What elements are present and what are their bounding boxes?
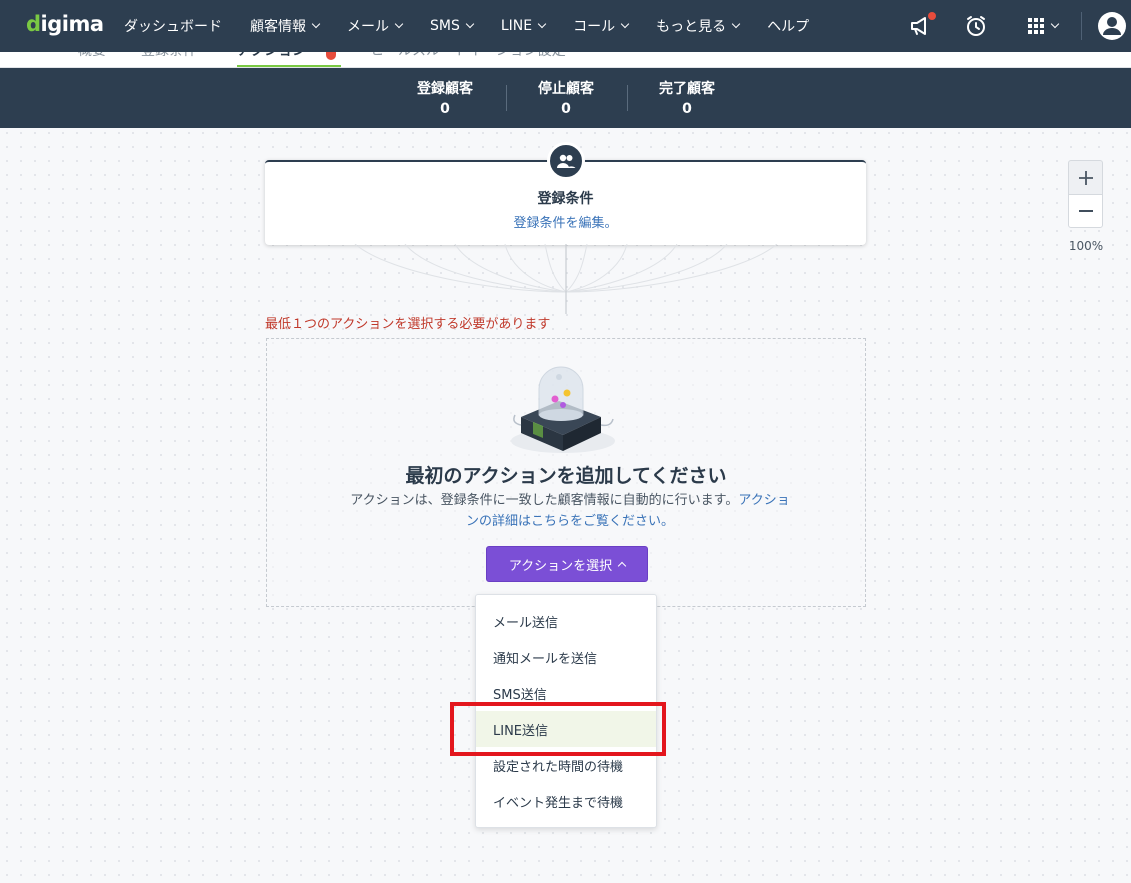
stat-completed: 完了顧客 0 — [627, 78, 747, 117]
stat-label: 完了顧客 — [659, 81, 715, 97]
user-menu-button[interactable] — [1096, 0, 1128, 52]
logo-text: igima — [40, 12, 104, 36]
nav-item-label: ダッシュボード — [124, 19, 222, 35]
logo-accent: d — [26, 12, 41, 36]
nav-item-label: メール — [347, 19, 389, 35]
tab-actions[interactable]: アクション — [237, 52, 306, 60]
stat-stopped: 停止顧客 0 — [506, 78, 626, 117]
empty-action-description: アクションは、登録条件に一致した顧客情報に自動的に行います。アクションの詳細はこ… — [345, 490, 795, 532]
action-device-illustration — [511, 366, 615, 453]
minus-icon — [1078, 210, 1093, 212]
menu-item-send-sms[interactable]: SMS送信 — [476, 675, 656, 711]
chevron-down-icon — [731, 19, 741, 29]
zoom-level: 100% — [1068, 239, 1104, 253]
user-avatar-icon — [1098, 12, 1126, 40]
users-icon — [547, 142, 585, 180]
menu-item-wait-event[interactable]: イベント発生まで待機 — [476, 783, 656, 819]
nav-item-customers[interactable]: 顧客情報 — [236, 0, 333, 52]
nav-divider — [1081, 12, 1082, 40]
apps-menu-button[interactable] — [1022, 0, 1064, 52]
select-action-button[interactable]: アクションを選択 — [486, 546, 648, 582]
empty-action-title: 最初のアクションを追加してください — [405, 465, 727, 487]
chevron-down-icon — [620, 19, 630, 29]
nav-menu: ダッシュボード 顧客情報 メール SMS LINE コール もっと見る ヘルプ — [110, 0, 823, 52]
nav-item-label: LINE — [500, 18, 533, 34]
tab-bar: 概要 登録条件 アクション ヒールスルートイーション設定 — [0, 52, 1131, 68]
tab-conditions[interactable]: 登録条件 — [141, 52, 197, 60]
stat-value: 0 — [440, 101, 450, 117]
zoom-out-button[interactable] — [1068, 194, 1103, 228]
select-action-label: アクションを選択 — [508, 558, 613, 574]
stat-label: 停止顧客 — [538, 81, 594, 97]
alarm-clock-icon — [967, 16, 985, 36]
apps-grid-icon — [1028, 18, 1044, 34]
notification-dot — [928, 12, 936, 20]
tab-settings[interactable]: ヒールスルートイーション設定 — [370, 52, 566, 60]
menu-item-send-email[interactable]: メール送信 — [476, 603, 656, 639]
nav-item-line[interactable]: LINE — [487, 0, 559, 52]
nav-item-label: SMS — [430, 18, 460, 34]
top-nav: digima ダッシュボード 顧客情報 メール SMS LINE コール もっと… — [0, 0, 1131, 52]
nav-item-dashboard[interactable]: ダッシュボード — [110, 0, 236, 52]
nav-item-call[interactable]: コール — [559, 0, 642, 52]
tab-alert-badge — [326, 52, 336, 60]
stat-value: 0 — [561, 101, 571, 117]
nav-item-help[interactable]: ヘルプ — [753, 0, 823, 52]
app-logo[interactable]: digima — [26, 12, 104, 36]
nav-item-label: 顧客情報 — [250, 19, 306, 35]
chevron-down-icon — [465, 19, 475, 29]
reminders-button[interactable] — [962, 0, 990, 52]
stats-bar: 登録顧客 0 停止顧客 0 完了顧客 0 — [0, 68, 1131, 128]
nav-item-more[interactable]: もっと見る — [642, 0, 753, 52]
stat-label: 登録顧客 — [417, 81, 473, 97]
action-required-error: 最低１つのアクションを選択する必要があります — [265, 317, 551, 332]
menu-item-send-notification-email[interactable]: 通知メールを送信 — [476, 639, 656, 675]
menu-item-wait-time[interactable]: 設定された時間の待機 — [476, 747, 656, 783]
nav-item-label: コール — [573, 19, 616, 35]
nav-item-label: ヘルプ — [767, 19, 810, 35]
chevron-up-icon — [617, 561, 627, 571]
chevron-down-icon — [394, 19, 404, 29]
edit-condition-link[interactable]: 登録条件を編集。 — [265, 212, 866, 231]
chevron-down-icon — [311, 19, 321, 29]
connector-lines — [354, 244, 778, 314]
stat-registered: 登録顧客 0 — [385, 78, 505, 117]
chevron-down-icon — [537, 19, 547, 29]
zoom-controls — [1068, 160, 1103, 228]
action-type-menu: メール送信 通知メールを送信 SMS送信 LINE送信 設定された時間の待機 イ… — [475, 594, 657, 828]
chevron-down-icon — [1050, 19, 1060, 29]
action-dropzone: 最初のアクションを追加してください アクションは、登録条件に一致した顧客情報に自… — [266, 338, 866, 607]
nav-item-mail[interactable]: メール — [333, 0, 416, 52]
condition-title: 登録条件 — [537, 191, 594, 207]
menu-item-send-line[interactable]: LINE送信 — [476, 711, 656, 747]
stat-value: 0 — [682, 101, 692, 117]
nav-item-label: もっと見る — [656, 19, 727, 35]
plus-icon — [1078, 170, 1093, 185]
nav-item-sms[interactable]: SMS — [416, 0, 487, 52]
description-text: アクションは、登録条件に一致した顧客情報に自動的に行います。 — [350, 493, 739, 508]
zoom-in-button[interactable] — [1068, 160, 1103, 194]
tab-overview[interactable]: 概要 — [78, 52, 106, 60]
announcements-button[interactable] — [906, 0, 936, 52]
